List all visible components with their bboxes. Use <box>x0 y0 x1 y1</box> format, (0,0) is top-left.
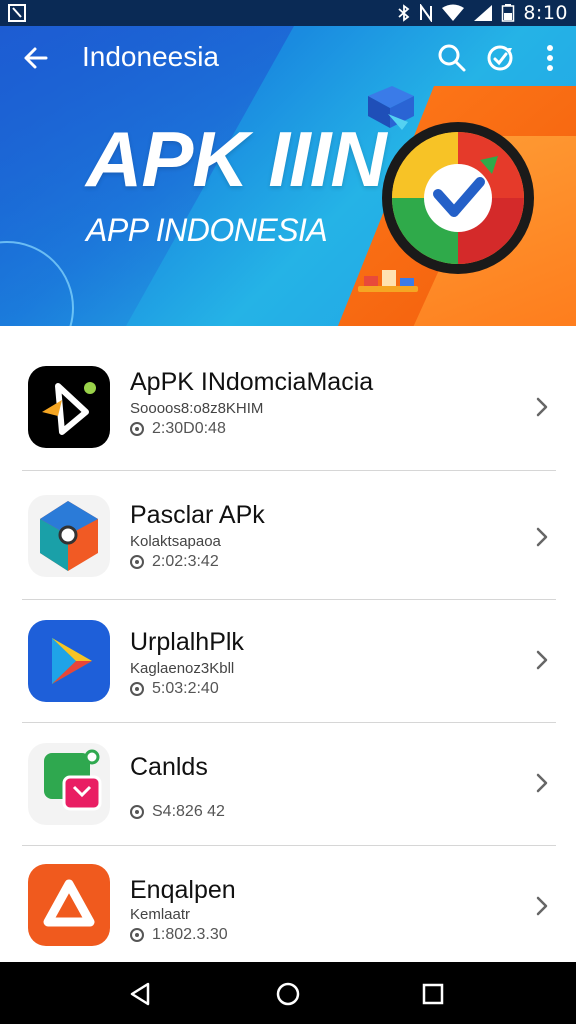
battery-icon <box>502 4 515 22</box>
bluetooth-icon <box>398 4 410 22</box>
status-bar: 8:10 <box>0 0 576 26</box>
app-icon-orange <box>28 864 110 946</box>
chevron-right-icon[interactable] <box>530 525 554 549</box>
clock-icon <box>130 805 144 819</box>
app-icon-cube <box>28 495 110 577</box>
app-subtitle: Kemlaatr <box>130 906 191 923</box>
search-icon[interactable] <box>434 40 470 76</box>
chevron-right-icon[interactable] <box>530 648 554 672</box>
app-bar: Indoneesia <box>0 26 576 90</box>
app-logo-icon <box>382 122 534 274</box>
list-item[interactable]: UrplalhPlk Kaglaenoz3Kbll 5:03:2:40 <box>0 600 576 722</box>
clock-icon <box>130 555 144 569</box>
clock-icon <box>130 422 144 436</box>
refresh-icon[interactable] <box>482 40 518 76</box>
clock-icon <box>130 928 144 942</box>
app-meta-value: 1:802.3.30 <box>152 926 228 943</box>
list-item[interactable]: Pasclar APk Kolaktsapaoa 2:02:3:42 <box>0 471 576 599</box>
app-name: UrplalhPlk <box>130 628 244 656</box>
app-name: ApPK INdomciaMacia <box>130 368 374 396</box>
home-circle-icon[interactable] <box>273 979 303 1009</box>
app-name: Canlds <box>130 753 208 781</box>
signal-icon <box>474 5 493 21</box>
clock-icon <box>130 682 144 696</box>
app-subtitle: Kolaktsapaoa <box>130 533 221 550</box>
toolbox-decoration-icon <box>358 270 418 292</box>
app-meta: S4:826 42 <box>130 803 225 821</box>
list-item[interactable]: Canlds S4:826 42 <box>0 723 576 845</box>
app-meta-value: S4:826 42 <box>152 803 225 820</box>
chevron-right-icon[interactable] <box>530 771 554 795</box>
app-subtitle: Soooos8:o8z8KHIM <box>130 400 264 417</box>
page-title: Indoneesia <box>82 41 220 72</box>
arrow-back-icon[interactable] <box>18 40 54 76</box>
more-vert-icon[interactable] <box>532 40 568 76</box>
banner-subtitle: APP INDONESIA <box>86 212 328 248</box>
wifi-icon <box>442 4 465 21</box>
navigation-bar <box>0 962 576 1024</box>
app-meta: 1:802.3.30 <box>130 926 228 944</box>
recents-square-icon[interactable] <box>418 979 448 1009</box>
app-meta: 5:03:2:40 <box>130 680 219 698</box>
app-name: Enqalpen <box>130 876 236 904</box>
list-item[interactable]: ApPK INdomciaMacia Soooos8:o8z8KHIM 2:30… <box>0 340 576 470</box>
app-meta-value: 2:02:3:42 <box>152 553 219 570</box>
app-meta: 2:02:3:42 <box>130 553 219 571</box>
chevron-right-icon[interactable] <box>530 894 554 918</box>
app-meta: 2:30D0:48 <box>130 420 226 438</box>
app-name: Pasclar APk <box>130 501 265 529</box>
app-meta-value: 2:30D0:48 <box>152 420 226 437</box>
app-icon-green <box>28 743 110 825</box>
app-subtitle: Kaglaenoz3Kbll <box>130 660 235 677</box>
back-triangle-icon[interactable] <box>126 979 156 1009</box>
status-clock: 8:10 <box>523 2 568 24</box>
nfc-icon <box>420 4 433 22</box>
notification-icon <box>8 4 26 22</box>
banner-title: APK IIIN <box>86 115 387 203</box>
app-icon-play <box>28 620 110 702</box>
app-meta-value: 5:03:2:40 <box>152 680 219 697</box>
chevron-right-icon[interactable] <box>530 395 554 419</box>
app-icon-dark <box>28 366 110 448</box>
list-item[interactable]: Enqalpen Kemlaatr 1:802.3.30 <box>0 846 576 962</box>
